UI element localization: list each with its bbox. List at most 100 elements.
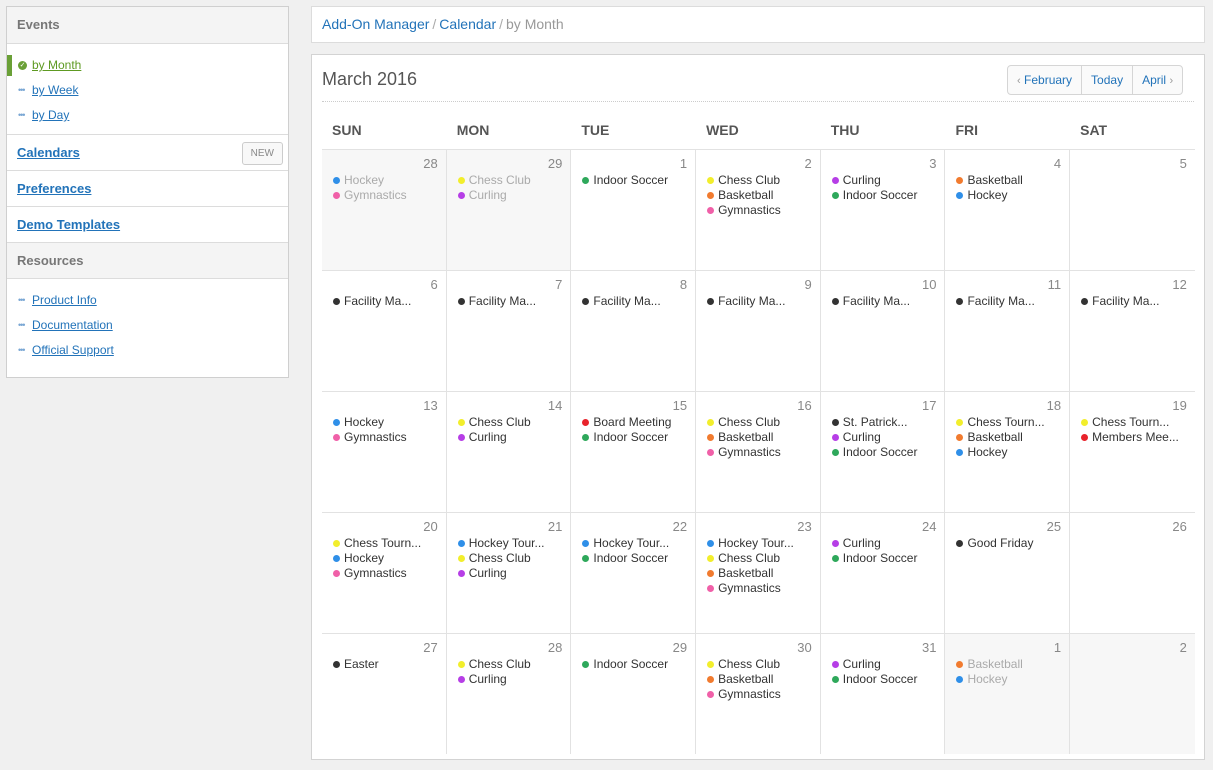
day-cell[interactable]: 14 Chess Club Curling [447,392,572,512]
day-cell[interactable]: 20 Chess Tourn... Hockey Gymnastics [322,513,447,633]
day-cell[interactable]: 4 Basketball Hockey [945,150,1071,270]
day-cell[interactable]: 31 Curling Indoor Soccer [821,634,946,754]
day-cell[interactable]: 28 Hockey Gymnastics [322,150,447,270]
calendar-event[interactable]: Members Mee... [1081,430,1195,445]
calendar-event[interactable]: Basketball [707,430,820,445]
calendar-event[interactable]: Gymnastics [333,430,446,445]
new-badge-button[interactable]: NEW [241,142,283,165]
calendar-event[interactable]: Indoor Soccer [582,173,695,188]
calendar-event[interactable]: Chess Club [457,657,571,672]
product-info-link[interactable]: Product Info [32,293,97,307]
calendar-event[interactable]: Curling [831,430,945,445]
by-month-link[interactable]: by Month [32,58,81,72]
sidebar-item-documentation[interactable]: ••• Documentation [7,313,288,338]
calendar-event[interactable]: St. Patrick... [831,415,945,430]
by-week-link[interactable]: by Week [32,83,78,97]
calendar-event[interactable]: Indoor Soccer [831,551,945,566]
calendar-event[interactable]: Curling [831,536,945,551]
calendar-event[interactable]: Hockey [956,672,1069,687]
calendar-event[interactable]: Indoor Soccer [582,657,695,672]
calendar-event[interactable]: Hockey [333,415,446,430]
day-cell[interactable]: 2 [1070,634,1195,754]
calendar-event[interactable]: Hockey [956,445,1069,460]
calendar-event[interactable]: Gymnastics [707,687,820,702]
day-cell[interactable]: 25 Good Friday [945,513,1071,633]
day-cell[interactable]: 15 Board Meeting Indoor Soccer [571,392,697,512]
calendar-event[interactable]: Chess Club [457,415,571,430]
day-cell[interactable]: 16 Chess Club Basketball Gymnastics [696,392,821,512]
calendar-event[interactable]: Facility Ma... [582,294,695,309]
calendar-event[interactable]: Chess Tourn... [333,536,446,551]
day-cell[interactable]: 27 Easter [322,634,447,754]
calendar-event[interactable]: Indoor Soccer [582,551,695,566]
calendar-event[interactable]: Chess Tourn... [1081,415,1195,430]
day-cell[interactable]: 1 Indoor Soccer [571,150,697,270]
calendar-event[interactable]: Hockey [956,188,1069,203]
calendar-event[interactable]: Chess Club [707,657,820,672]
day-cell[interactable]: 29 Indoor Soccer [571,634,697,754]
calendars-link[interactable]: Calendars [17,145,80,160]
day-cell[interactable]: 8 Facility Ma... [571,271,697,391]
day-cell[interactable]: 21 Hockey Tour... Chess Club Curling [447,513,572,633]
day-cell[interactable]: 28 Chess Club Curling [447,634,572,754]
calendar-event[interactable]: Hockey Tour... [457,536,571,551]
official-support-link[interactable]: Official Support [32,343,114,357]
calendar-event[interactable]: Basketball [707,672,820,687]
breadcrumb-calendar[interactable]: Calendar [439,16,496,32]
calendar-event[interactable]: Chess Club [457,551,571,566]
day-cell[interactable]: 30 Chess Club Basketball Gymnastics [696,634,821,754]
calendar-event[interactable]: Hockey [333,551,446,566]
day-cell[interactable]: 23 Hockey Tour... Chess Club Basketball Gymn… [696,513,821,633]
calendar-event[interactable]: Facility Ma... [457,294,571,309]
calendar-event[interactable]: Indoor Soccer [831,672,945,687]
day-cell[interactable]: 18 Chess Tourn... Basketball Hockey [945,392,1071,512]
calendar-event[interactable]: Hockey Tour... [582,536,695,551]
day-cell[interactable]: 10 Facility Ma... [821,271,946,391]
documentation-link[interactable]: Documentation [32,318,113,332]
day-cell[interactable]: 5 [1070,150,1195,270]
calendar-event[interactable]: Chess Club [457,173,571,188]
day-cell[interactable]: 7 Facility Ma... [447,271,572,391]
calendar-event[interactable]: Gymnastics [333,566,446,581]
calendar-event[interactable]: Basketball [956,173,1069,188]
day-cell[interactable]: 13 Hockey Gymnastics [322,392,447,512]
calendar-event[interactable]: Gymnastics [333,188,446,203]
calendar-event[interactable]: Chess Club [707,415,820,430]
day-cell[interactable]: 12 Facility Ma... [1070,271,1195,391]
calendar-event[interactable]: Gymnastics [707,445,820,460]
calendar-event[interactable]: Facility Ma... [707,294,820,309]
sidebar-item-by-week[interactable]: ••• by Week [7,78,288,103]
day-cell[interactable]: 1 Basketball Hockey [945,634,1071,754]
calendar-event[interactable]: Good Friday [956,536,1069,551]
day-cell[interactable]: 24 Curling Indoor Soccer [821,513,946,633]
calendar-event[interactable]: Chess Club [707,173,820,188]
sidebar-item-by-month[interactable]: ✓ by Month [7,53,288,78]
breadcrumb-addon-manager[interactable]: Add-On Manager [322,16,429,32]
day-cell[interactable]: 2 Chess Club Basketball Gymnastics [696,150,821,270]
day-cell[interactable]: 11 Facility Ma... [945,271,1071,391]
next-month-button[interactable]: April › [1133,66,1182,94]
demo-templates-link[interactable]: Demo Templates [17,217,120,232]
calendar-event[interactable]: Curling [457,566,571,581]
calendar-event[interactable]: Hockey Tour... [707,536,820,551]
calendar-event[interactable]: Curling [831,657,945,672]
calendar-event[interactable]: Facility Ma... [956,294,1069,309]
day-cell[interactable]: 6 Facility Ma... [322,271,447,391]
calendar-event[interactable]: Indoor Soccer [831,188,945,203]
calendar-event[interactable]: Chess Tourn... [956,415,1069,430]
calendar-event[interactable]: Indoor Soccer [831,445,945,460]
calendar-event[interactable]: Chess Club [707,551,820,566]
calendar-event[interactable]: Basketball [707,188,820,203]
sidebar-item-product-info[interactable]: ••• Product Info [7,288,288,313]
day-cell[interactable]: 22 Hockey Tour... Indoor Soccer [571,513,697,633]
calendar-event[interactable]: Gymnastics [707,581,820,596]
day-cell[interactable]: 9 Facility Ma... [696,271,821,391]
day-cell[interactable]: 26 [1070,513,1195,633]
calendar-event[interactable]: Curling [457,672,571,687]
preferences-link[interactable]: Preferences [17,181,91,196]
calendar-event[interactable]: Basketball [956,430,1069,445]
day-cell[interactable]: 17 St. Patrick... Curling Indoor Soccer [821,392,946,512]
day-cell[interactable]: 19 Chess Tourn... Members Mee... [1070,392,1195,512]
calendar-event[interactable]: Easter [333,657,446,672]
sidebar-item-official-support[interactable]: ••• Official Support [7,338,288,363]
